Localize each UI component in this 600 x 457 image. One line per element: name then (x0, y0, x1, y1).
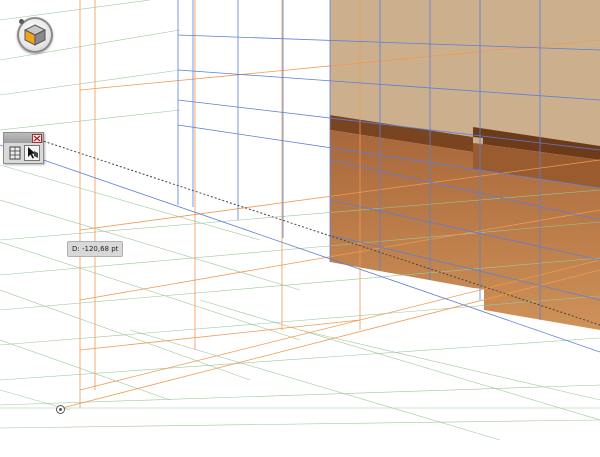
perspective-grid-tool-icon (9, 146, 21, 160)
close-button[interactable] (32, 134, 42, 143)
perspective-tool-panel (3, 132, 44, 164)
origin-point-marker[interactable] (56, 405, 65, 414)
distance-readout: D: -120,68 pt (67, 241, 124, 257)
perspective-grid-tool-button[interactable] (7, 145, 23, 161)
perspective-widget[interactable] (17, 17, 53, 53)
perspective-selection-tool-button[interactable] (24, 145, 40, 161)
perspective-selection-tool-icon (28, 147, 38, 159)
close-icon (33, 135, 41, 142)
perspective-grid-artwork (0, 0, 600, 441)
perspective-cube-icon (24, 24, 46, 46)
perspective-canvas[interactable]: D: -120,68 pt (0, 0, 600, 457)
notch (473, 137, 483, 144)
